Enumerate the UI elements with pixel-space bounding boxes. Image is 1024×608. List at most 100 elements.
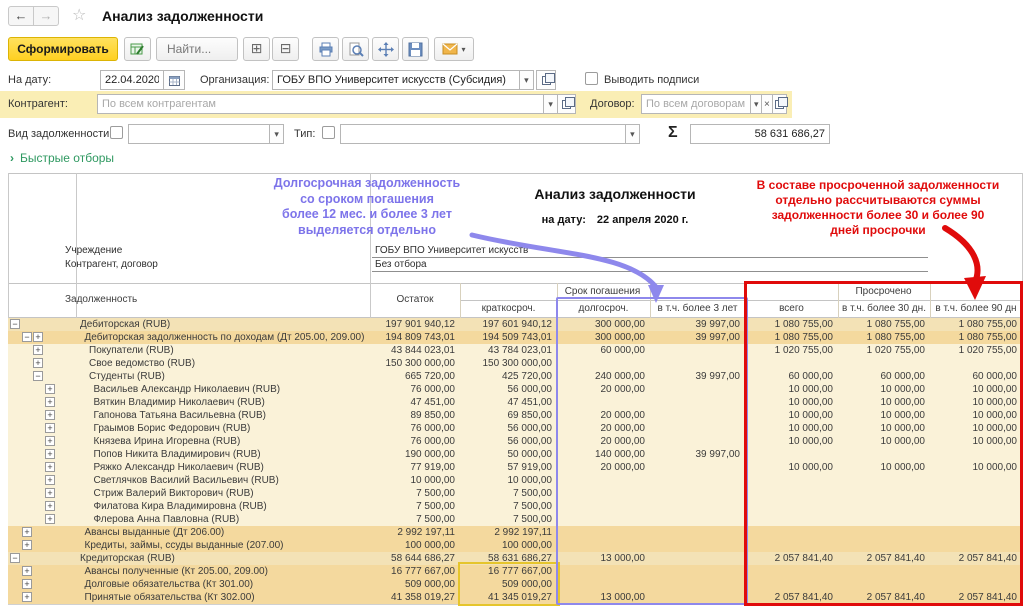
- expand-node-button[interactable]: +: [33, 358, 43, 368]
- expand-node-button[interactable]: +: [45, 423, 55, 433]
- cell-value[interactable]: 7 500,00: [370, 513, 460, 526]
- expand-node-button[interactable]: +: [45, 410, 55, 420]
- cell-value[interactable]: 50 000,00: [460, 448, 557, 461]
- expand-node-button[interactable]: +: [45, 488, 55, 498]
- row-label[interactable]: Авансы выданные (Дт 206.00): [76, 526, 370, 539]
- generate-button[interactable]: Сформировать: [8, 37, 118, 61]
- cell-value[interactable]: 7 500,00: [370, 500, 460, 513]
- cell-value[interactable]: 197 601 940,12: [460, 318, 557, 331]
- expand-node-button[interactable]: +: [33, 345, 43, 355]
- expand-groups-button[interactable]: ⊞: [243, 37, 270, 61]
- find-button[interactable]: Найти...: [156, 37, 238, 61]
- total-input[interactable]: [690, 124, 830, 144]
- cell-value[interactable]: 509 000,00: [370, 578, 460, 591]
- expand-node-button[interactable]: +: [45, 384, 55, 394]
- cell-value[interactable]: 56 000,00: [460, 435, 557, 448]
- cell-value[interactable]: 425 720,00: [460, 370, 557, 383]
- expand-node-button[interactable]: +: [22, 527, 32, 537]
- row-label[interactable]: Авансы полученные (Кт 205.00, 209.00): [76, 565, 370, 578]
- collapse-node-button[interactable]: −: [10, 553, 20, 563]
- fit-page-button[interactable]: [372, 37, 399, 61]
- expand-node-button[interactable]: +: [45, 501, 55, 511]
- cell-value[interactable]: 76 000,00: [370, 435, 460, 448]
- row-label[interactable]: Свое ведомство (RUB): [76, 357, 370, 370]
- cell-value[interactable]: 43 784 023,01: [460, 344, 557, 357]
- quick-filters-toggle[interactable]: ›Быстрые отборы: [10, 151, 114, 165]
- cell-value[interactable]: 7 500,00: [460, 500, 557, 513]
- cell-value[interactable]: 194 509 743,01: [460, 331, 557, 344]
- cell-value[interactable]: 7 500,00: [370, 487, 460, 500]
- forward-button[interactable]: →: [33, 6, 59, 26]
- preview-button[interactable]: [342, 37, 369, 61]
- cell-value[interactable]: 150 300 000,00: [370, 357, 460, 370]
- cell-value[interactable]: 194 809 743,01: [370, 331, 460, 344]
- cell-value[interactable]: 56 000,00: [460, 383, 557, 396]
- cell-value[interactable]: 10 000,00: [370, 474, 460, 487]
- contractor-dropdown-button[interactable]: ▾: [543, 94, 558, 114]
- cell-value[interactable]: 2 992 197,11: [370, 526, 460, 539]
- debt-kind-checkbox[interactable]: [110, 126, 123, 139]
- type-checkbox[interactable]: [322, 126, 335, 139]
- row-label[interactable]: Попов Никита Владимирович (RUB): [76, 448, 370, 461]
- organization-input[interactable]: [272, 70, 520, 90]
- contract-open-button[interactable]: [772, 94, 787, 114]
- collapse-node-button[interactable]: −: [33, 371, 43, 381]
- row-label[interactable]: Вяткин Владимир Николаевич (RUB): [76, 396, 370, 409]
- row-label[interactable]: Принятые обязательства (Кт 302.00): [76, 591, 370, 604]
- cell-value[interactable]: 47 451,00: [460, 396, 557, 409]
- favorite-star-icon[interactable]: ☆: [72, 5, 86, 25]
- cell-value[interactable]: 41 358 019,27: [370, 591, 460, 604]
- row-label[interactable]: Студенты (RUB): [76, 370, 370, 383]
- cell-value[interactable]: 56 000,00: [460, 422, 557, 435]
- row-label[interactable]: Кредиторская (RUB): [76, 552, 370, 565]
- cell-value[interactable]: 16 777 667,00: [370, 565, 460, 578]
- cell-value[interactable]: 76 000,00: [370, 383, 460, 396]
- save-button[interactable]: [402, 37, 429, 61]
- cell-value[interactable]: 69 850,00: [460, 409, 557, 422]
- cell-value[interactable]: 7 500,00: [460, 513, 557, 526]
- show-signatures-checkbox[interactable]: [585, 72, 598, 85]
- cell-value[interactable]: 77 919,00: [370, 461, 460, 474]
- type-dropdown-button[interactable]: ▾: [625, 124, 640, 144]
- debt-kind-input[interactable]: [128, 124, 270, 144]
- contract-input[interactable]: [641, 94, 751, 114]
- type-input[interactable]: [340, 124, 626, 144]
- date-input[interactable]: [100, 70, 164, 90]
- collapse-node-button[interactable]: −: [22, 332, 32, 342]
- cell-value[interactable]: 100 000,00: [460, 539, 557, 552]
- row-label[interactable]: Князева Ирина Игоревна (RUB): [76, 435, 370, 448]
- expand-node-button[interactable]: +: [45, 514, 55, 524]
- row-label[interactable]: Филатова Кира Владимировна (RUB): [76, 500, 370, 513]
- cell-value[interactable]: 2 992 197,11: [460, 526, 557, 539]
- cell-value[interactable]: 190 000,00: [370, 448, 460, 461]
- send-mail-button[interactable]: ▾: [434, 37, 474, 61]
- row-label[interactable]: Граымов Борис Федорович (RUB): [76, 422, 370, 435]
- expand-node-button[interactable]: +: [22, 592, 32, 602]
- row-label[interactable]: Васильев Александр Николаевич (RUB): [76, 383, 370, 396]
- cell-value[interactable]: 89 850,00: [370, 409, 460, 422]
- expand-node-button[interactable]: +: [22, 540, 32, 550]
- expand-node-button[interactable]: +: [45, 436, 55, 446]
- contractor-open-button[interactable]: [557, 94, 576, 114]
- cell-value[interactable]: 150 300 000,00: [460, 357, 557, 370]
- row-label[interactable]: Стриж Валерий Викторович (RUB): [76, 487, 370, 500]
- expand-node-button[interactable]: +: [45, 475, 55, 485]
- expand-node-button[interactable]: +: [33, 332, 43, 342]
- cell-value[interactable]: 47 451,00: [370, 396, 460, 409]
- report-settings-button[interactable]: [124, 37, 151, 61]
- cell-value[interactable]: 100 000,00: [370, 539, 460, 552]
- collapse-groups-button[interactable]: ⊟: [272, 37, 299, 61]
- print-button[interactable]: [312, 37, 339, 61]
- cell-value[interactable]: 7 500,00: [460, 487, 557, 500]
- calendar-button[interactable]: [163, 70, 185, 90]
- row-label[interactable]: Покупатели (RUB): [76, 344, 370, 357]
- expand-node-button[interactable]: +: [22, 579, 32, 589]
- debt-kind-dropdown-button[interactable]: ▾: [269, 124, 284, 144]
- organization-dropdown-button[interactable]: ▾: [519, 70, 534, 90]
- cell-value[interactable]: 57 919,00: [460, 461, 557, 474]
- expand-node-button[interactable]: +: [45, 449, 55, 459]
- expand-node-button[interactable]: +: [45, 462, 55, 472]
- row-label[interactable]: Ряжко Александр Николаевич (RUB): [76, 461, 370, 474]
- row-label[interactable]: Кредиты, займы, ссуды выданные (207.00): [76, 539, 370, 552]
- row-label[interactable]: Гапонова Татьяна Васильевна (RUB): [76, 409, 370, 422]
